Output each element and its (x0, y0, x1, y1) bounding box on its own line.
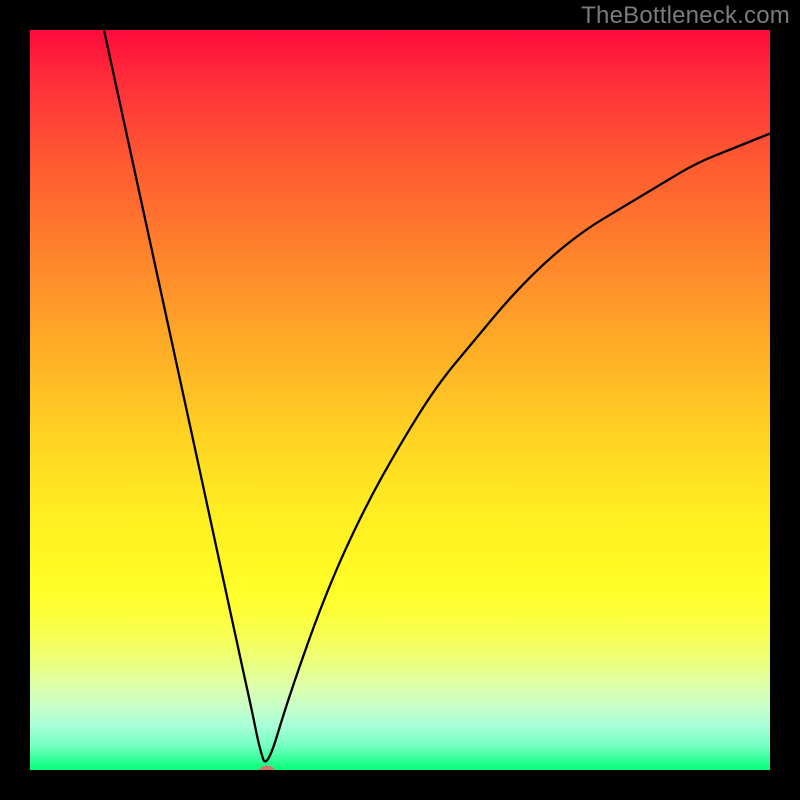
curve-path (104, 30, 770, 761)
chart-stage: TheBottleneck.com (0, 0, 800, 800)
bottleneck-curve (30, 30, 770, 770)
plot-area (30, 30, 770, 770)
watermark-label: TheBottleneck.com (581, 2, 790, 30)
minimum-marker (259, 766, 274, 771)
